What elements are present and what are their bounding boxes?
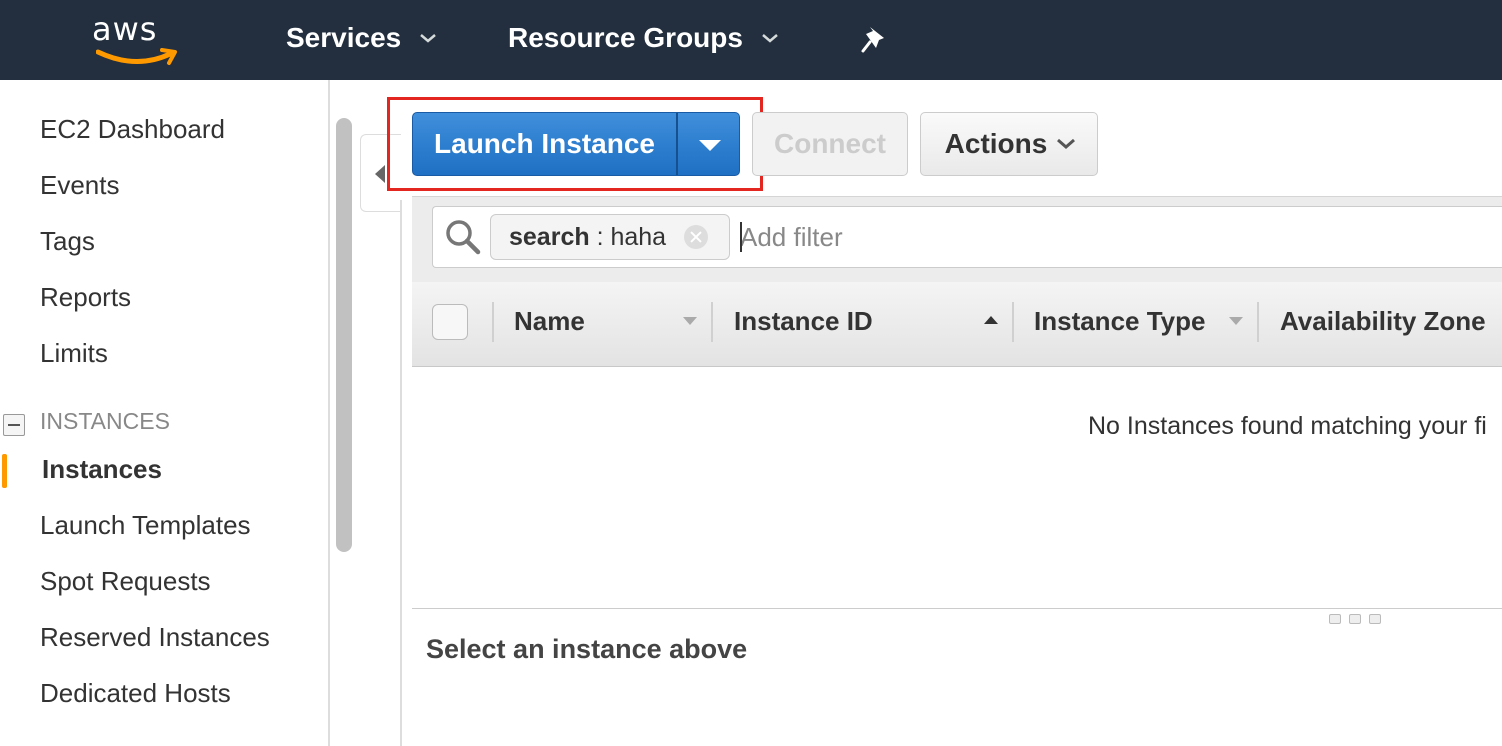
actions-button[interactable]: Actions [920,112,1098,176]
resize-grip-icon[interactable] [1329,614,1341,624]
services-label: Services [286,22,402,53]
sidebar-item-tags[interactable]: Tags [40,226,95,257]
section-collapse-icon[interactable] [3,414,25,436]
empty-table-message: No Instances found matching your fi [1088,412,1487,440]
collapse-left-icon [375,165,385,183]
resource-groups-label: Resource Groups [508,22,743,53]
sort-down-icon[interactable] [1229,317,1243,325]
sidebar-item-events[interactable]: Events [40,170,120,201]
column-separator [1012,302,1014,342]
chevron-down-icon [1057,138,1075,149]
top-navigation-bar: aws Services Resource Groups [0,0,1502,80]
sidebar: EC2 Dashboard Events Tags Reports Limits… [0,80,330,746]
sidebar-item-limits[interactable]: Limits [40,338,108,369]
aws-logo-text: aws [92,10,158,48]
column-separator [711,302,713,342]
aws-logo[interactable]: aws [92,10,182,70]
column-separator [492,302,494,342]
text-cursor [740,222,742,252]
panel-splitter[interactable] [412,608,1502,609]
sidebar-item-ec2-dashboard[interactable]: EC2 Dashboard [40,114,225,145]
active-indicator [2,454,7,488]
column-header-availability-zone[interactable]: Availability Zone [1280,306,1486,337]
column-header-name[interactable]: Name [514,306,585,337]
column-header-instance-id[interactable]: Instance ID [734,306,873,337]
connect-button[interactable]: Connect [752,112,908,176]
sidebar-divider [328,80,330,746]
sidebar-item-spot-requests[interactable]: Spot Requests [40,566,211,597]
details-placeholder-title: Select an instance above [426,634,748,664]
remove-filter-icon[interactable] [684,225,708,249]
resize-grip-icon[interactable] [1369,614,1381,624]
sidebar-item-reserved-instances[interactable]: Reserved Instances [40,622,270,653]
sidebar-item-dedicated-hosts[interactable]: Dedicated Hosts [40,678,231,709]
sidebar-item-reports[interactable]: Reports [40,282,131,313]
pin-icon[interactable] [858,24,890,56]
sidebar-section-instances: INSTANCES [40,408,170,434]
resource-groups-menu[interactable]: Resource Groups [508,22,779,54]
sort-down-icon[interactable] [683,317,697,325]
sidebar-item-instances[interactable]: Instances [42,454,162,485]
services-menu[interactable]: Services [286,22,437,54]
highlight-annotation-box [387,97,763,191]
column-header-instance-type[interactable]: Instance Type [1034,306,1205,337]
resize-grip-icon[interactable] [1349,614,1361,624]
column-separator [1257,302,1259,342]
sidebar-item-launch-templates[interactable]: Launch Templates [40,510,251,541]
main-divider [400,200,402,746]
filter-token-value: haha [610,223,667,251]
add-filter-input[interactable] [738,214,1440,260]
select-all-checkbox[interactable] [432,304,468,340]
actions-label: Actions [944,128,1048,159]
filter-token-separator: : [589,223,611,251]
search-icon [446,220,481,255]
sort-up-icon[interactable] [984,316,998,324]
filter-token-key: search [509,223,590,251]
sidebar-scrollbar[interactable] [336,118,352,552]
chevron-down-icon [420,34,437,43]
aws-smile-icon [96,48,177,65]
chevron-down-icon [762,34,778,43]
